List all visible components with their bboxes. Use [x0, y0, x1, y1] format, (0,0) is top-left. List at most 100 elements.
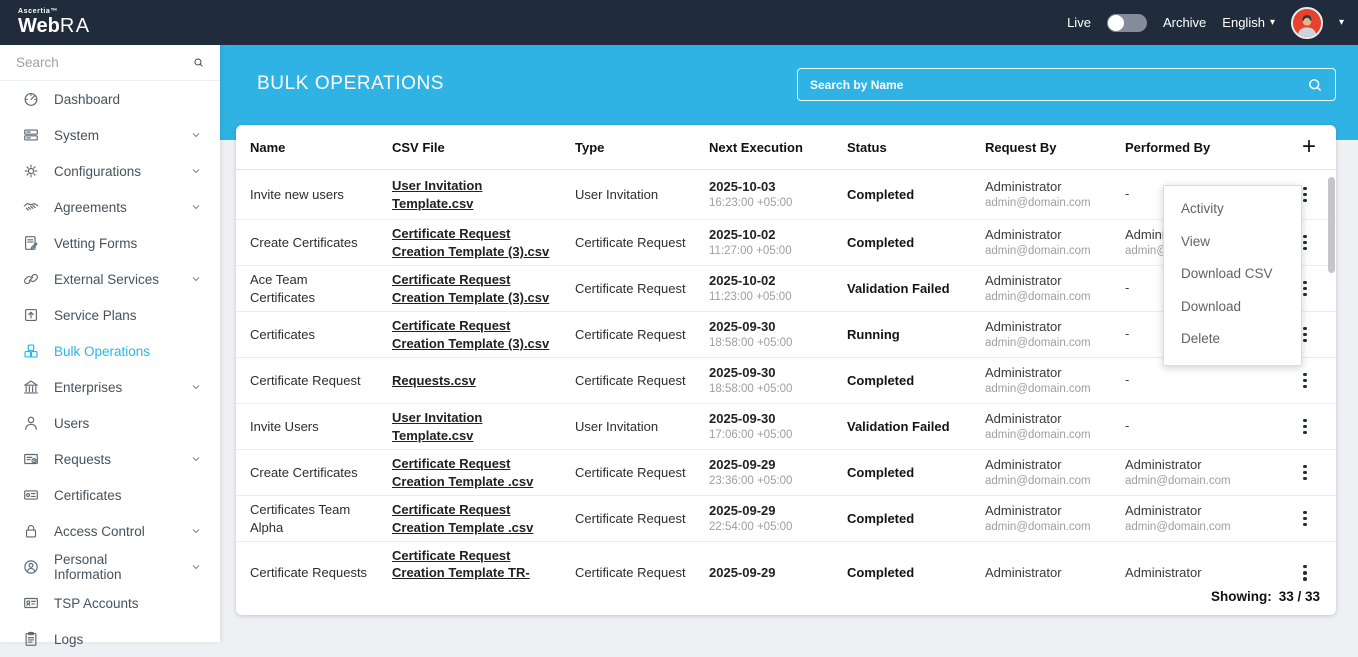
chevron-down-icon [190, 129, 202, 141]
next-execution-time: 18:58:00 +05:00 [709, 336, 831, 351]
csv-file-link[interactable]: Certificate Request Creation Template .c… [392, 456, 533, 488]
vertical-scrollbar[interactable] [1328, 177, 1335, 273]
search-icon[interactable] [1307, 77, 1323, 93]
menu-item-download[interactable]: Download [1164, 291, 1301, 324]
row-actions-kebab-icon[interactable] [1299, 461, 1311, 485]
menu-item-delete[interactable]: Delete [1164, 323, 1301, 356]
csv-file-link[interactable]: User Invitation Template.csv [392, 410, 482, 442]
page-title: BULK OPERATIONS [257, 73, 444, 95]
live-archive-toggle[interactable] [1107, 14, 1147, 32]
add-button[interactable]: + [1302, 137, 1316, 157]
sidebar-item-configurations[interactable]: Configurations [0, 153, 220, 189]
chevron-down-icon [190, 201, 202, 213]
menu-item-view[interactable]: View [1164, 226, 1301, 259]
next-execution-time: 22:54:00 +05:00 [709, 520, 831, 535]
chevron-down-icon: ▾ [1270, 17, 1275, 28]
sidebar-item-requests[interactable]: Requests [0, 441, 220, 477]
id-card-icon [22, 594, 40, 612]
sidebar-item-external-services[interactable]: External Services [0, 261, 220, 297]
row-type: Certificate Request [563, 275, 703, 302]
bulk-operations-icon [22, 342, 40, 360]
request-by-email: admin@domain.com [985, 520, 1107, 535]
performed-by-name: - [1125, 417, 1274, 434]
lock-icon [22, 522, 40, 540]
next-execution-date: 2025-09-29 [709, 564, 831, 581]
performed-by-email: admin@domain.com [1125, 474, 1274, 489]
sidebar-item-bulk-operations[interactable]: Bulk Operations [0, 333, 220, 369]
row-name: Certificates Team Alpha [236, 496, 380, 540]
avatar-person-icon [1293, 9, 1321, 37]
sidebar-item-label: Personal Information [54, 552, 176, 582]
request-by-name: Administrator [985, 456, 1107, 473]
row-name: Invite Users [236, 413, 380, 440]
menu-item-activity[interactable]: Activity [1164, 193, 1301, 226]
sidebar-item-label: Dashboard [54, 92, 120, 107]
sidebar-item-label: Bulk Operations [54, 344, 150, 359]
csv-file-link[interactable]: Requests.csv [392, 373, 476, 388]
menu-item-download-csv[interactable]: Download CSV [1164, 258, 1301, 291]
topbar: Ascertia™ WebRA Live Archive English ▾ ▾ [0, 0, 1358, 45]
csv-file-link[interactable]: Certificate Request Creation Template (3… [392, 272, 549, 304]
sidebar-item-system[interactable]: System [0, 117, 220, 153]
sidebar-item-label: Users [54, 416, 89, 431]
sidebar-item-label: Service Plans [54, 308, 137, 323]
app-logo: Ascertia™ WebRA [0, 8, 220, 37]
search-icon[interactable] [193, 54, 204, 71]
sidebar-item-vetting-forms[interactable]: Vetting Forms [0, 225, 220, 261]
person-circle-icon [22, 558, 40, 576]
sidebar-item-access-control[interactable]: Access Control [0, 513, 220, 549]
next-execution-time: 11:23:00 +05:00 [709, 290, 831, 305]
row-actions-kebab-icon[interactable] [1299, 369, 1311, 393]
request-by-name: Administrator [985, 410, 1107, 427]
sidebar-item-logs[interactable]: Logs [0, 621, 220, 657]
table-row: Invite Users User Invitation Template.cs… [236, 404, 1336, 450]
sidebar-item-label: System [54, 128, 99, 143]
table-row: Create Certificates Certificate Request … [236, 450, 1336, 496]
language-label: English [1222, 15, 1265, 30]
sidebar-item-service-plans[interactable]: Service Plans [0, 297, 220, 333]
row-type: Certificate Request [563, 459, 703, 486]
status-badge: Completed [839, 181, 977, 208]
sidebar-search-input[interactable] [16, 55, 193, 70]
row-actions-kebab-icon[interactable] [1299, 507, 1311, 531]
certificate-icon [22, 486, 40, 504]
column-header-status: Status [839, 140, 977, 155]
sidebar-item-dashboard[interactable]: Dashboard [0, 81, 220, 117]
column-header-next-execution: Next Execution [703, 140, 839, 155]
request-by-email: admin@domain.com [985, 428, 1107, 443]
language-selector[interactable]: English ▾ [1222, 15, 1275, 30]
status-badge: Running [839, 321, 977, 348]
request-by-email: admin@domain.com [985, 336, 1107, 351]
handshake-icon [22, 198, 40, 216]
sidebar-item-certificates[interactable]: Certificates [0, 477, 220, 513]
next-execution-time: 11:27:00 +05:00 [709, 244, 831, 259]
csv-file-link[interactable]: Certificate Request Creation Template (3… [392, 318, 549, 350]
sidebar-item-label: Enterprises [54, 380, 122, 395]
sidebar-item-personal-information[interactable]: Personal Information [0, 549, 220, 585]
next-execution-date: 2025-10-02 [709, 226, 831, 243]
csv-file-link[interactable]: User Invitation Template.csv [392, 178, 482, 210]
column-header-csv-file: CSV File [380, 140, 563, 155]
table-header-row: NameCSV FileTypeNext ExecutionStatusRequ… [236, 125, 1336, 170]
chevron-down-icon [190, 453, 202, 465]
sidebar-item-enterprises[interactable]: Enterprises [0, 369, 220, 405]
row-type: Certificate Request [563, 367, 703, 394]
csv-file-link[interactable]: Certificate Request Creation Template TR… [392, 548, 530, 581]
search-by-name-input[interactable] [810, 78, 1307, 92]
profile-chevron-down-icon[interactable]: ▾ [1339, 17, 1344, 28]
row-actions-kebab-icon[interactable] [1299, 561, 1311, 581]
showing-counter: Showing:33 / 33 [1211, 589, 1320, 604]
sidebar-item-users[interactable]: Users [0, 405, 220, 441]
toggle-knob[interactable] [1108, 15, 1124, 31]
csv-file-link[interactable]: Certificate Request Creation Template (3… [392, 226, 549, 258]
table-search-box [797, 68, 1336, 101]
csv-file-link[interactable]: Certificate Request Creation Template .c… [392, 502, 533, 534]
sidebar-item-tsp-accounts[interactable]: TSP Accounts [0, 585, 220, 621]
column-header-type: Type [563, 140, 703, 155]
sidebar-item-label: External Services [54, 272, 159, 287]
chevron-down-icon [190, 273, 202, 285]
row-actions-kebab-icon[interactable] [1299, 415, 1311, 439]
showing-value: 33 / 33 [1279, 589, 1320, 604]
avatar[interactable] [1291, 7, 1323, 39]
sidebar-item-agreements[interactable]: Agreements [0, 189, 220, 225]
